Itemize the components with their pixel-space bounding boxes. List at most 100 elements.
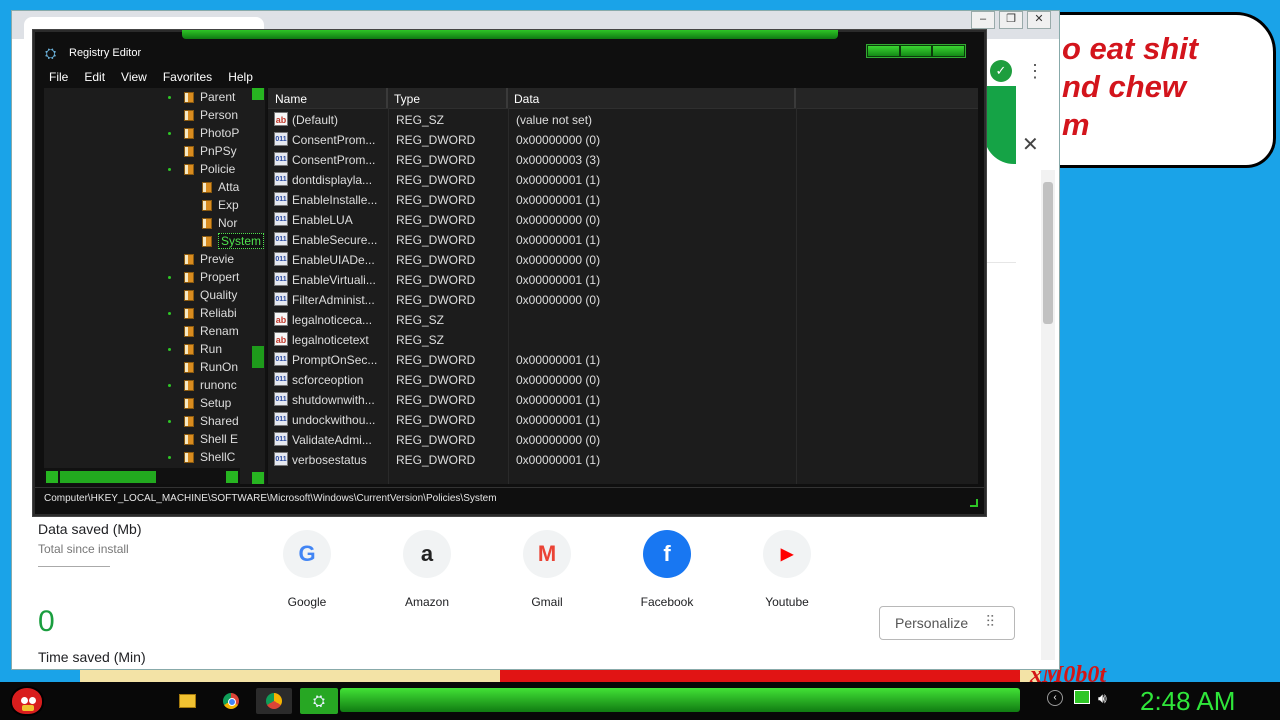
value-row[interactable]: ab legalnoticeca... REG_SZ (268, 310, 978, 330)
shortcut-amazon[interactable]: a Amazon (367, 530, 487, 609)
tree-expand-dot[interactable] (168, 168, 171, 171)
value-row[interactable]: 011 ValidateAdmi... REG_DWORD 0x00000000 (0… (268, 430, 978, 450)
tree-item[interactable]: System (202, 232, 265, 250)
menu-file[interactable]: File (49, 70, 68, 84)
tree-expand-dot[interactable] (168, 276, 171, 279)
value-row[interactable]: 011 undockwithou... REG_DWORD 0x00000001 (1… (268, 410, 978, 430)
value-row[interactable]: 011 dontdisplayla... REG_DWORD 0x00000001 (… (268, 170, 978, 190)
tree-item[interactable]: ShellC (184, 448, 235, 466)
value-row[interactable]: 011 shutdownwith... REG_DWORD 0x00000001 (1… (268, 390, 978, 410)
value-row[interactable]: 011 ConsentProm... REG_DWORD 0x00000000 (0) (268, 130, 978, 150)
tree-item[interactable]: Policie (184, 160, 235, 178)
registry-editor-window[interactable]: ⛭ Registry Editor File Edit View Favorit… (33, 30, 986, 516)
tree-item[interactable]: Previe (184, 250, 234, 268)
personalize-button[interactable]: Personalize ⫶⫶ (879, 606, 1015, 640)
menu-help[interactable]: Help (228, 70, 253, 84)
tree-item[interactable]: Run (184, 340, 222, 358)
value-row[interactable]: 011 ConsentProm... REG_DWORD 0x00000003 (3) (268, 150, 978, 170)
tree-expand-dot[interactable] (168, 348, 171, 351)
minimize-button[interactable] (868, 46, 899, 56)
network-icon[interactable] (1074, 690, 1090, 704)
tree-item[interactable]: Renam (184, 322, 239, 340)
value-row[interactable]: 011 scforceoption REG_DWORD 0x00000000 (0) (268, 370, 978, 390)
tree-horizontal-scrollbar[interactable] (44, 468, 240, 484)
tree-item[interactable]: PhotoP (184, 124, 239, 142)
tree-item[interactable]: Exp (202, 196, 239, 214)
value-row[interactable]: 011 EnableInstalle... REG_DWORD 0x00000001 … (268, 190, 978, 210)
start-button[interactable] (10, 686, 44, 716)
value-type: REG_DWORD (396, 293, 476, 307)
close-window-button[interactable]: ✕ (1027, 11, 1051, 29)
tray-expand-icon[interactable]: ‹ (1047, 690, 1063, 706)
tree-expand-dot[interactable] (168, 420, 171, 423)
tree-item[interactable]: Nor (202, 214, 237, 232)
shortcut-google[interactable]: G Google (247, 530, 367, 609)
value-row[interactable]: 011 PromptOnSec... REG_DWORD 0x00000001 (1) (268, 350, 978, 370)
tree-expand-dot[interactable] (168, 456, 171, 459)
tree-item[interactable]: PnPSy (184, 142, 237, 160)
value-row[interactable]: 011 FilterAdminist... REG_DWORD 0x00000000 … (268, 290, 978, 310)
page-scrollbar-thumb[interactable] (1043, 182, 1053, 324)
taskbar-browser-active[interactable] (256, 688, 292, 714)
shortcut-gmail[interactable]: M Gmail (487, 530, 607, 609)
resize-grip-icon[interactable] (970, 499, 978, 507)
menu-favorites[interactable]: Favorites (163, 70, 212, 84)
tree-item[interactable]: Reliabi (184, 304, 237, 322)
key-tree[interactable]: Parent Person PhotoP PnPSy Policie Atta Exp Nor… (44, 88, 267, 484)
taskbar-file-explorer[interactable] (172, 688, 202, 714)
tree-hscroll-thumb[interactable] (60, 471, 156, 483)
column-name[interactable]: Name (275, 92, 307, 106)
tree-item[interactable]: Propert (184, 268, 239, 286)
menu-bar: File Edit View Favorites Help (49, 70, 253, 84)
tree-expand-dot[interactable] (168, 132, 171, 135)
tree-item-label: Parent (200, 90, 236, 104)
folder-icon (184, 109, 194, 121)
column-divider[interactable] (794, 88, 796, 108)
close-icon[interactable]: ✕ (1022, 132, 1039, 157)
tree-item[interactable]: Person (184, 106, 238, 124)
tree-item[interactable]: Atta (202, 178, 239, 196)
value-row[interactable]: 011 EnableVirtuali... REG_DWORD 0x00000001 … (268, 270, 978, 290)
volume-icon[interactable]: 🔊︎ (1098, 690, 1107, 707)
taskbar-regedit[interactable]: ⛭ (300, 688, 338, 714)
scroll-down-arrow-icon[interactable] (252, 472, 264, 484)
taskbar-chrome[interactable] (216, 688, 246, 714)
tree-item[interactable]: Shared (184, 412, 239, 430)
tree-item[interactable]: Quality (184, 286, 237, 304)
tree-item[interactable]: RunOn (184, 358, 238, 376)
values-list[interactable]: Name Type Data ab (Default) REG_SZ (value n… (268, 88, 978, 484)
maximize-button[interactable] (900, 46, 932, 56)
column-data[interactable]: Data (514, 92, 539, 106)
value-row[interactable]: ab (Default) REG_SZ (value not set) (268, 110, 978, 130)
value-row[interactable]: 011 EnableUIADe... REG_DWORD 0x00000000 (0) (268, 250, 978, 270)
column-type[interactable]: Type (394, 92, 420, 106)
shield-check-icon[interactable]: ✓ (990, 60, 1012, 82)
scroll-right-arrow-icon[interactable] (226, 471, 238, 483)
scroll-up-arrow-icon[interactable] (252, 88, 264, 100)
tree-item[interactable]: runonc (184, 376, 237, 394)
tree-expand-dot[interactable] (168, 384, 171, 387)
tree-item[interactable]: Shell E (184, 430, 238, 448)
value-row[interactable]: 011 EnableSecure... REG_DWORD 0x00000001 (1… (268, 230, 978, 250)
tree-item[interactable]: Setup (184, 394, 231, 412)
value-row[interactable]: 011 verbosestatus REG_DWORD 0x00000001 (1) (268, 450, 978, 470)
more-menu-icon[interactable]: ⋮ (1026, 60, 1044, 82)
value-row[interactable]: ab legalnoticetext REG_SZ (268, 330, 978, 350)
maximize-button[interactable]: ❐ (999, 11, 1023, 29)
shortcut-facebook[interactable]: f Facebook (607, 530, 727, 609)
tree-item[interactable]: Parent (184, 88, 235, 106)
column-divider[interactable] (506, 88, 508, 108)
tree-scrollbar-thumb[interactable] (252, 346, 264, 368)
tree-expand-dot[interactable] (168, 96, 171, 99)
value-row[interactable]: 011 EnableLUA REG_DWORD 0x00000000 (0) (268, 210, 978, 230)
clock[interactable]: 2:48 AM (1140, 686, 1235, 717)
column-divider[interactable] (386, 88, 388, 108)
tree-expand-dot[interactable] (168, 312, 171, 315)
close-window-button[interactable] (933, 46, 965, 56)
tree-vertical-scrollbar[interactable] (252, 88, 264, 484)
minimize-button[interactable]: – (971, 11, 995, 29)
scroll-left-arrow-icon[interactable] (46, 471, 58, 483)
menu-view[interactable]: View (121, 70, 147, 84)
shortcut-youtube[interactable]: ▶ Youtube (727, 530, 847, 609)
menu-edit[interactable]: Edit (84, 70, 105, 84)
